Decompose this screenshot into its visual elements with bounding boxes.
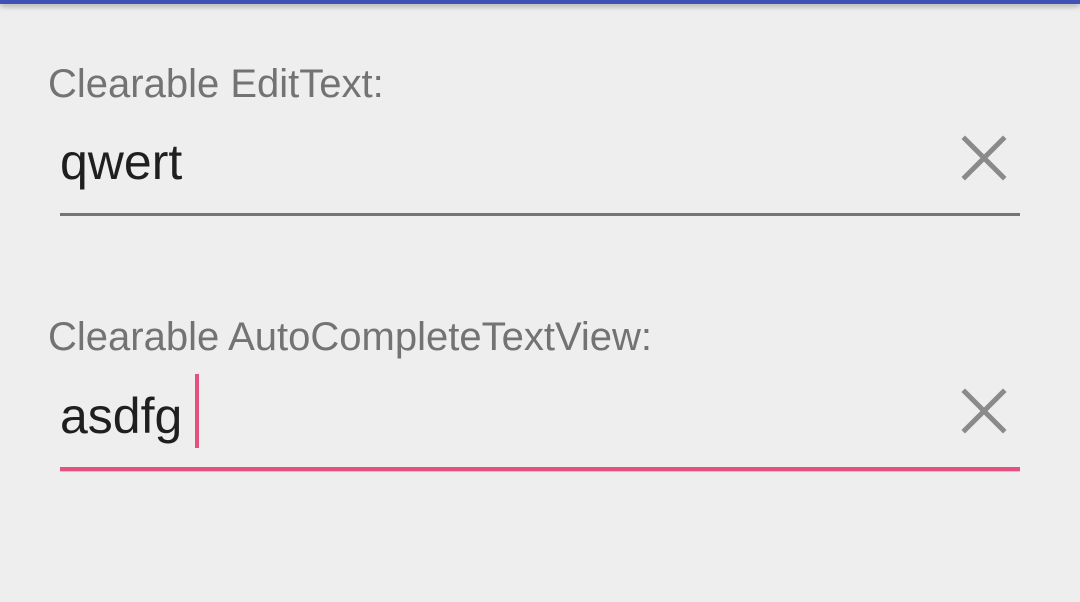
autocomplete-input[interactable] [60, 366, 920, 466]
autocomplete-clear-button[interactable] [954, 381, 1014, 441]
app-bar-edge [0, 0, 1080, 4]
autocomplete-label: Clearable AutoCompleteTextView: [48, 315, 653, 359]
autocomplete-underline [60, 467, 1020, 471]
close-icon [961, 388, 1007, 434]
clearable-autocomplete [60, 366, 1020, 471]
text-cursor [195, 374, 199, 448]
edittext-clear-button[interactable] [954, 128, 1014, 188]
edittext-underline [60, 213, 1020, 216]
edittext-label: Clearable EditText: [48, 62, 384, 106]
close-icon [961, 135, 1007, 181]
edittext-input[interactable] [60, 112, 920, 212]
clearable-edittext [60, 112, 1020, 216]
